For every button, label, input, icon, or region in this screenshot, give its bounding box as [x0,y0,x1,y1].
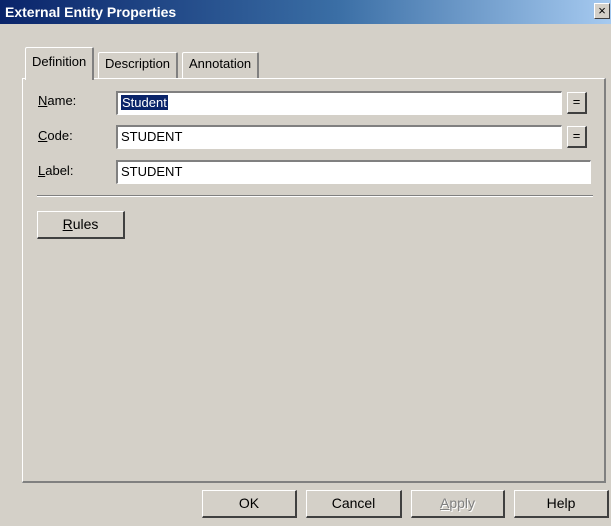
title-bar[interactable]: External Entity Properties × [0,0,611,24]
window-title: External Entity Properties [5,4,177,20]
name-value: Student [121,95,168,110]
tab-label: Description [105,56,171,71]
label-value: STUDENT [121,164,183,179]
label-label: Label: [38,163,74,178]
tab-label: Annotation [189,56,252,71]
code-field[interactable]: STUDENT [116,125,562,149]
code-equals-button[interactable]: = [567,126,587,148]
code-value: STUDENT [121,129,183,144]
label-field[interactable]: STUDENT [116,160,591,184]
name-field[interactable]: Student [116,91,562,115]
tab-annotation[interactable]: Annotation [182,52,260,78]
tab-description[interactable]: Description [98,52,179,78]
separator [37,195,593,197]
cancel-button[interactable]: Cancel [306,490,402,518]
name-label: Name: [38,93,77,108]
external-entity-properties-dialog: External Entity Properties × Definition … [0,0,611,526]
rules-button[interactable]: Rules [37,211,125,239]
code-label: Code: [38,128,73,143]
ok-button[interactable]: OK [202,490,297,518]
name-equals-button[interactable]: = [567,92,587,114]
tab-label: Definition [32,54,87,69]
apply-button[interactable]: Apply [411,490,505,518]
tab-definition[interactable]: Definition [25,47,95,80]
close-icon[interactable]: × [594,3,610,19]
help-button[interactable]: Help [514,490,609,518]
